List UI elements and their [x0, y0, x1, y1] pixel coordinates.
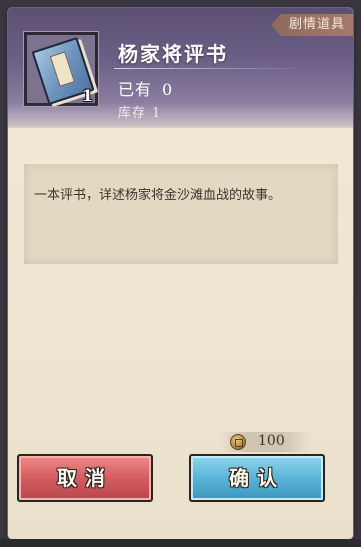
confirm-button[interactable]: 确认 [189, 454, 325, 502]
name-divider [114, 68, 314, 69]
owned-count: 已有 0 [118, 76, 173, 100]
stock-value: 1 [152, 106, 162, 121]
item-name: 杨家将评书 [118, 42, 228, 66]
coin-icon [230, 434, 246, 450]
stock-label: 库存 [118, 106, 147, 121]
item-icon-frame: 1 [23, 31, 99, 107]
owned-value: 0 [162, 80, 174, 99]
owned-label: 已有 [118, 80, 153, 99]
bottom-bar [0, 539, 361, 547]
item-description: 一本评书，详述杨家将金沙滩血战的故事。 [34, 188, 282, 203]
cancel-button[interactable]: 取消 [17, 454, 153, 502]
category-tag: 剧情道具 [270, 14, 353, 36]
stock-count: 库存 1 [118, 102, 161, 121]
item-header: 剧情道具 1 杨家将评书 已有 0 库存 1 [8, 8, 353, 128]
item-stack-count: 1 [81, 86, 93, 105]
cost-display: 100 [220, 432, 310, 452]
description-box: 一本评书，详述杨家将金沙滩血战的故事。 [24, 164, 338, 264]
cost-value: 100 [258, 433, 285, 449]
